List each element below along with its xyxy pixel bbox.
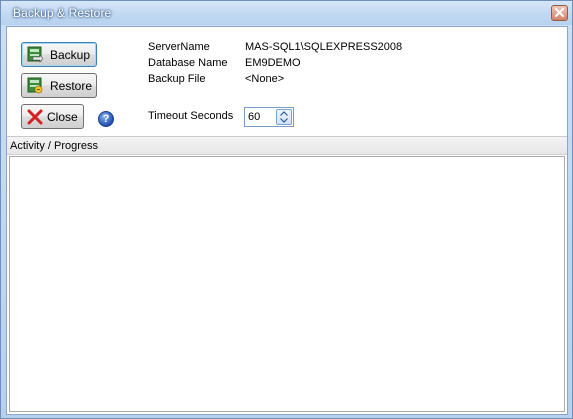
activity-progress-log[interactable] [9,156,565,412]
database-backup-icon [27,46,43,63]
database-name-value: EM9DEMO [245,57,301,69]
backup-file-value: <None> [245,73,285,85]
timeout-seconds-value: 60 [248,111,261,123]
close-button-label: Close [47,110,78,124]
window-title: Backup & Restore [13,6,112,20]
spinner-down-button[interactable] [277,117,291,124]
restore-button[interactable]: Restore [21,73,97,98]
server-name-label: ServerName [148,41,210,53]
backup-restore-window: Backup & Restore Backup Restore Close ? … [0,0,573,419]
spinner-up-button[interactable] [277,110,291,117]
activity-progress-title: Activity / Progress [10,140,99,152]
client-area: Backup Restore Close ? ServerName MAS-SQ… [6,26,568,415]
red-x-icon [27,109,43,125]
backup-file-label: Backup File [148,73,206,85]
chevron-up-icon [280,111,288,116]
title-bar[interactable]: Backup & Restore [1,1,572,25]
timeout-seconds-spinner[interactable]: 60 [244,107,294,127]
close-icon [555,8,564,17]
timeout-seconds-label: Timeout Seconds [148,110,234,122]
database-restore-icon [27,77,43,94]
chevron-down-icon [280,118,288,123]
close-button[interactable]: Close [21,104,84,129]
database-name-label: Database Name [148,57,228,69]
backup-button[interactable]: Backup [21,42,97,67]
window-close-button[interactable] [551,5,568,21]
help-icon[interactable]: ? [98,111,114,127]
activity-progress-header: Activity / Progress [7,137,567,155]
server-name-value: MAS-SQL1\SQLEXPRESS2008 [245,41,403,53]
backup-button-label: Backup [50,48,91,62]
spinner-buttons [276,109,292,125]
restore-button-label: Restore [50,79,93,93]
